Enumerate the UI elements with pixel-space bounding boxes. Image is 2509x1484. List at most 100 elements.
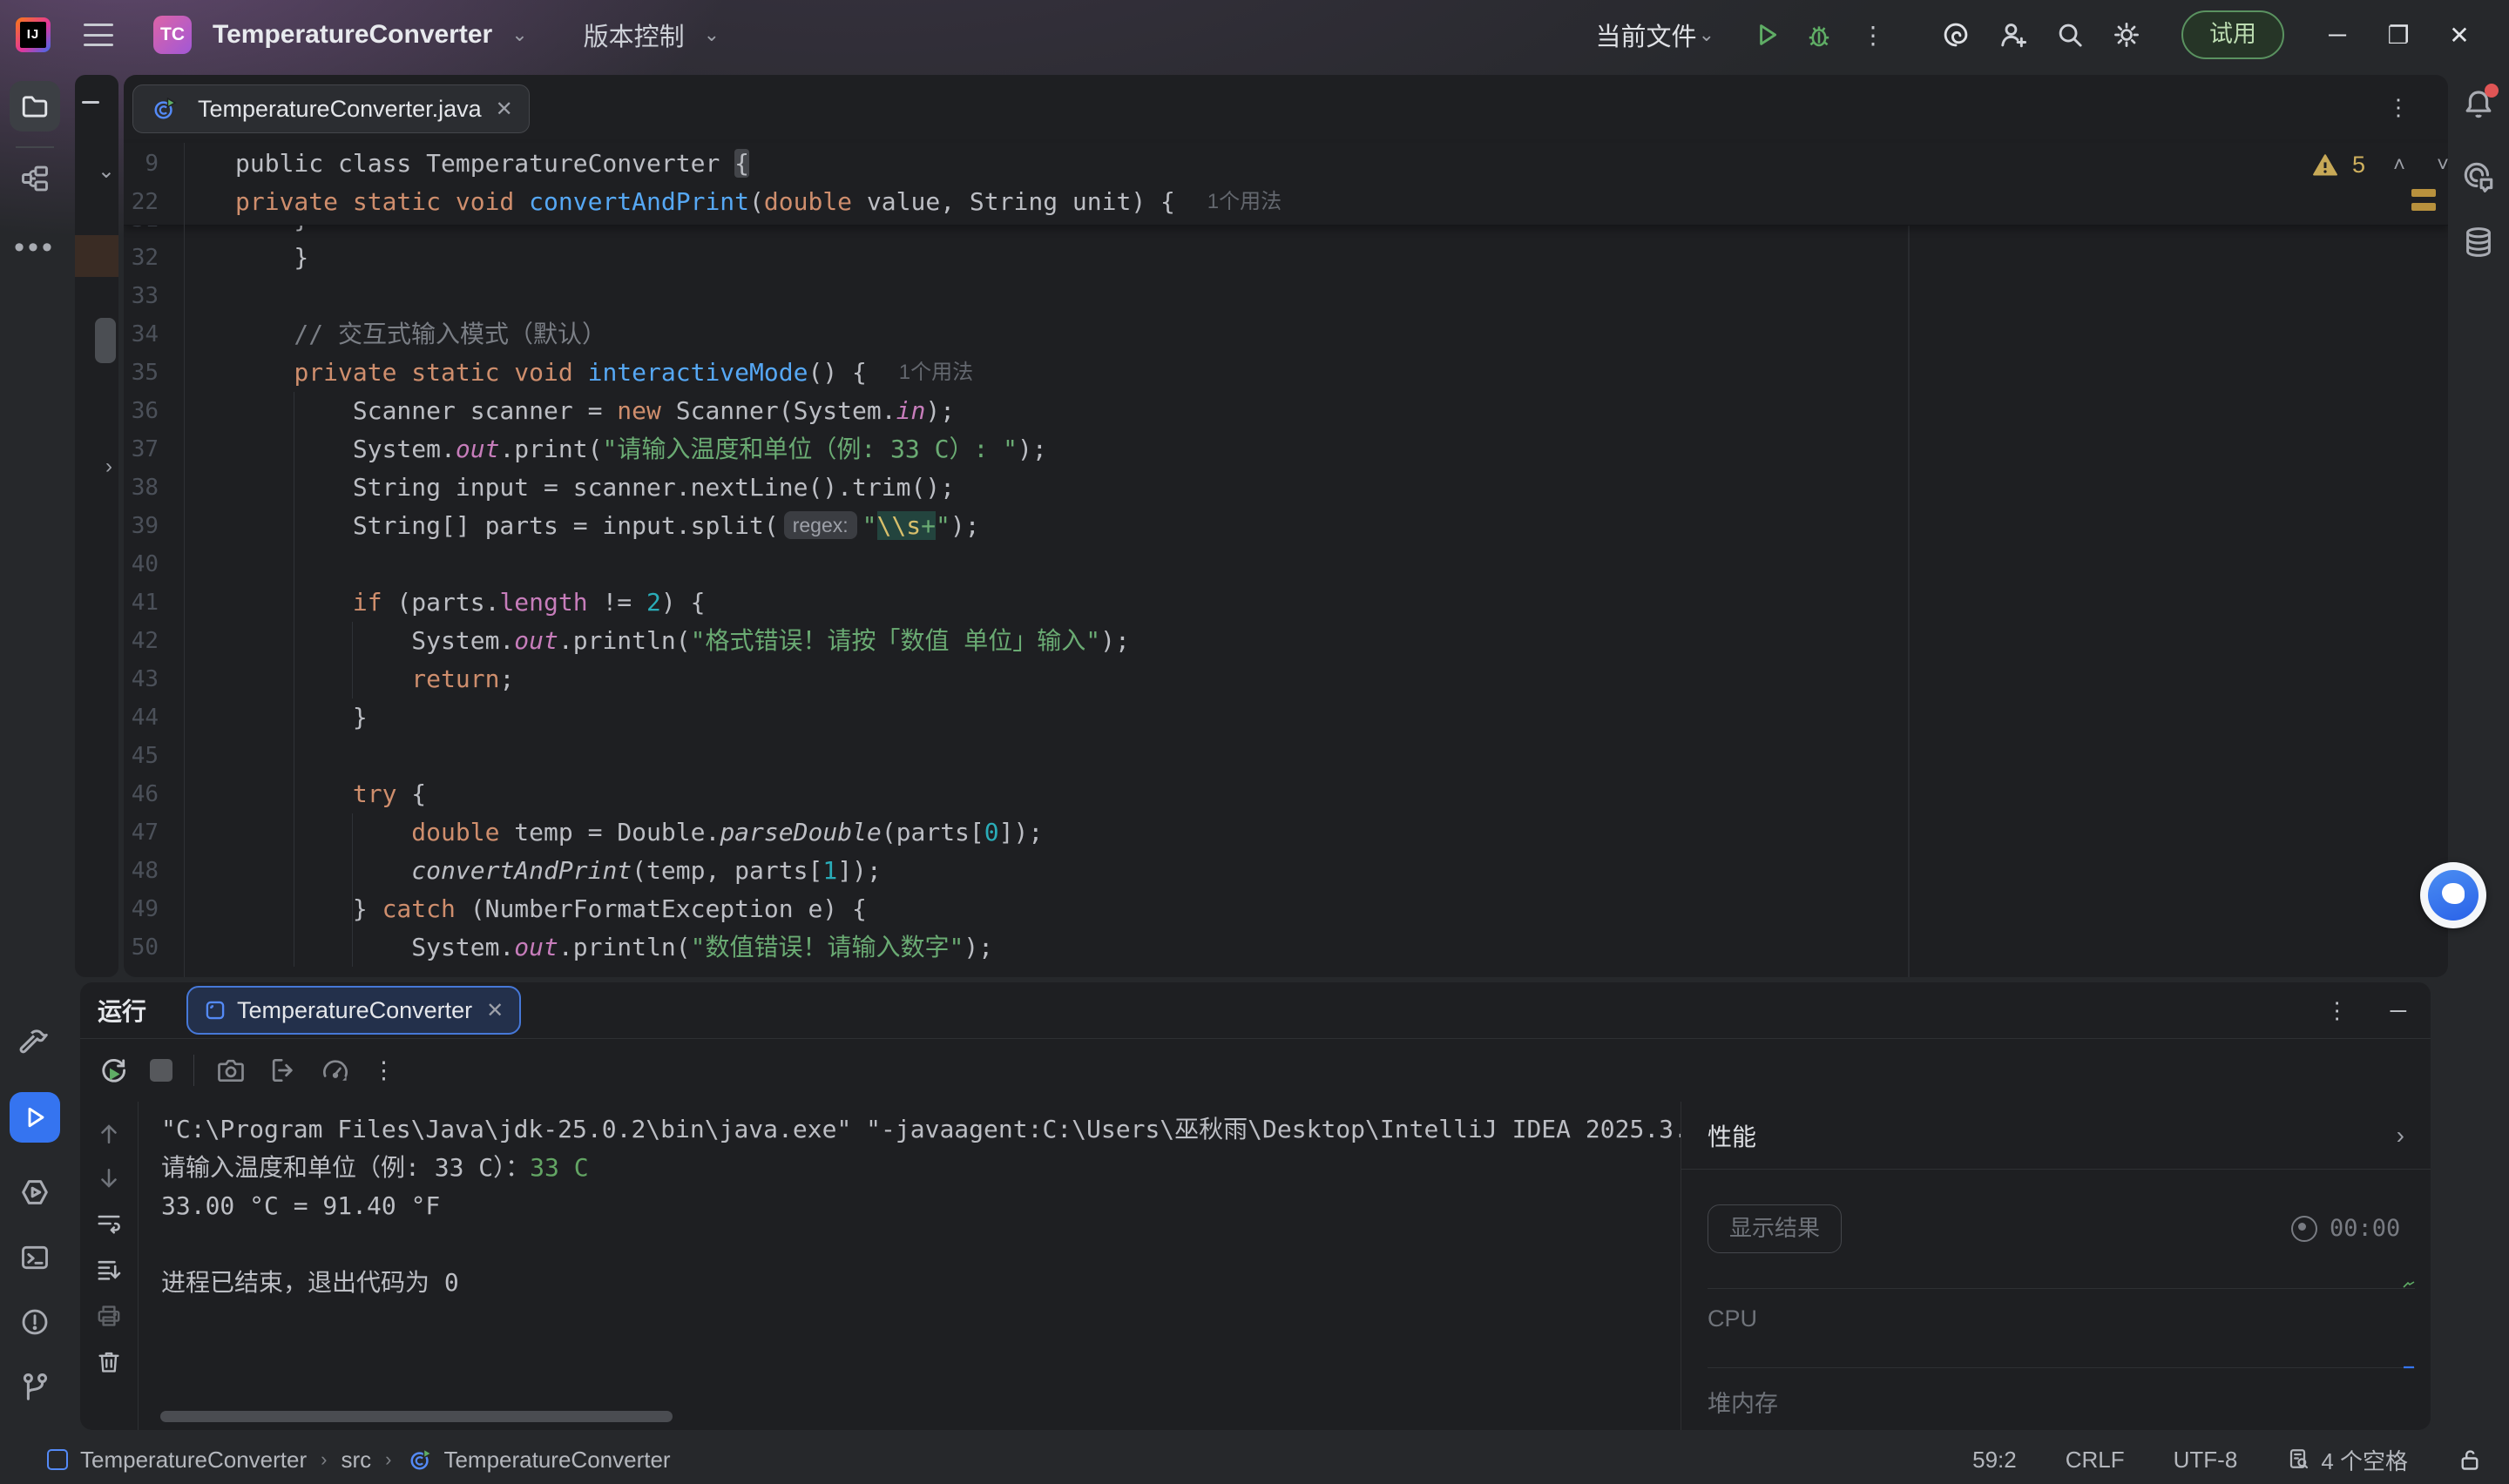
line-number[interactable]: 22 [124,183,159,221]
rerun-icon[interactable] [98,1055,129,1086]
line-content[interactable]: if (parts.length != 2) { [235,583,705,622]
line-number[interactable]: 43 [124,660,159,698]
line-number[interactable]: 34 [124,315,159,354]
line-content[interactable]: try { [235,775,426,813]
ai-chat-icon[interactable] [2460,159,2497,195]
debug-button[interactable] [1805,21,1833,49]
clear-console-trash-icon[interactable] [95,1348,123,1376]
editor-tab[interactable]: TemperatureConverter.java ✕ [132,84,530,133]
line-content[interactable]: } catch (NumberFormatException e) { [235,890,867,928]
chevron-right-icon[interactable]: › [2397,1122,2404,1150]
chevron-right-icon[interactable]: › [105,455,112,479]
panel-scrollbar-thumb[interactable] [95,318,116,363]
code-line[interactable]: 41 if (parts.length != 2) { [124,583,2448,622]
line-content[interactable]: String input = scanner.nextLine().trim()… [235,469,955,507]
console-horizontal-scrollbar[interactable] [160,1411,673,1422]
scroll-to-end-icon[interactable] [95,1256,123,1284]
run-button[interactable] [1753,21,1781,49]
error-stripe-mark[interactable] [2411,189,2436,197]
code-line[interactable]: 35 private static void interactiveMode()… [124,354,2448,392]
attach-debugger-icon[interactable] [267,1055,299,1086]
line-content[interactable]: private static void interactiveMode() { … [235,354,973,392]
line-separator[interactable]: CRLF [2066,1447,2125,1474]
line-number[interactable]: 33 [124,277,159,315]
panel-hide-icon[interactable] [82,101,99,104]
line-number[interactable]: 39 [124,507,159,545]
code-line[interactable]: 36 Scanner scanner = new Scanner(System.… [124,392,2448,430]
breadcrumb-project[interactable]: TemperatureConverter [80,1447,307,1474]
window-minimize-button[interactable]: ─ [2307,21,2368,49]
line-content[interactable]: double temp = Double.parseDouble(parts[0… [235,813,1043,852]
profiler-gauge-icon[interactable] [320,1055,351,1086]
project-avatar[interactable]: TC [153,16,192,54]
code-line[interactable]: 50 System.out.println("数值错误！请输入数字"); [124,928,2448,967]
hide-tool-window-icon[interactable]: ─ [2391,997,2406,1024]
line-number[interactable]: 49 [124,890,159,928]
code-line[interactable]: 47 double temp = Double.parseDouble(part… [124,813,2448,852]
close-icon[interactable]: ✕ [496,97,513,122]
console-line[interactable]: "C:\Program Files\Java\jdk-25.0.2\bin\ja… [161,1110,1681,1149]
line-content[interactable]: // 交互式输入模式（默认） [235,315,606,354]
code-line[interactable]: 22 private static void convertAndPrint(do… [124,183,2448,221]
console-line[interactable]: 33.00 °C = 91.40 °F [161,1187,1681,1225]
unlock-icon[interactable] [2457,1447,2483,1473]
up-arrow-icon[interactable] [96,1121,122,1147]
file-encoding[interactable]: UTF-8 [2174,1447,2238,1474]
line-content[interactable]: Scanner scanner = new Scanner(System.in)… [235,392,955,430]
snapshot-camera-icon[interactable] [215,1055,247,1086]
chevron-down-icon[interactable]: ⌄ [704,24,720,46]
indent-setting[interactable]: 4 个空格 [2286,1444,2408,1476]
line-number[interactable]: 44 [124,698,159,737]
line-number[interactable]: 9 [124,145,159,183]
caret-position[interactable]: 59:2 [1972,1447,2017,1474]
code-line[interactable]: 38 String input = scanner.nextLine().tri… [124,469,2448,507]
code-line[interactable]: 32 } [124,239,2448,277]
line-number[interactable]: 48 [124,852,159,890]
line-number[interactable]: 38 [124,469,159,507]
line-content[interactable]: convertAndPrint(temp, parts[1]); [235,852,882,890]
code-line[interactable]: 9public class TemperatureConverter { [124,145,2448,183]
line-number[interactable]: 46 [124,775,159,813]
print-icon[interactable] [95,1302,123,1330]
line-content[interactable]: private static void convertAndPrint(doub… [235,183,1282,221]
console-output[interactable]: "C:\Program Files\Java\jdk-25.0.2\bin\ja… [139,1102,1681,1430]
build-tool-button[interactable] [18,1026,51,1059]
project-name[interactable]: TemperatureConverter [213,20,492,50]
show-results-button[interactable]: 显示结果 [1708,1204,1842,1253]
more-tool-windows-button[interactable]: ••• [14,231,56,265]
vcs-menu[interactable]: 版本控制 [584,17,685,53]
code-line[interactable]: 49 } catch (NumberFormatException e) { [124,890,2448,928]
line-content[interactable]: } [235,698,368,737]
ai-assistant-icon[interactable] [1941,20,1971,50]
line-number[interactable]: 41 [124,583,159,622]
chevron-down-icon[interactable]: ⌄ [98,159,115,184]
run-configuration-tab[interactable]: TemperatureConverter ✕ [186,986,521,1035]
window-close-button[interactable]: ✕ [2429,21,2490,50]
line-number[interactable]: 50 [124,928,159,967]
settings-gear-icon[interactable] [2112,20,2141,50]
more-options-icon[interactable]: ⋮ [372,1057,396,1084]
trial-button[interactable]: 试用 [2181,10,2284,59]
code-line[interactable]: 33 [124,277,2448,315]
line-number[interactable]: 35 [124,354,159,392]
run-options-icon[interactable]: ⋮ [2326,997,2349,1024]
code-line[interactable]: 40 [124,545,2448,583]
code-line[interactable]: 48 convertAndPrint(temp, parts[1]); [124,852,2448,890]
structure-tool-button[interactable] [19,163,51,194]
run-configuration-selector[interactable]: 当前文件 [1596,17,1697,53]
line-number[interactable]: 37 [124,430,159,469]
line-number[interactable]: 32 [124,239,159,277]
code-line[interactable]: 46 try { [124,775,2448,813]
line-number[interactable]: 45 [124,737,159,775]
window-restore-button[interactable]: ❐ [2368,21,2429,50]
line-number[interactable]: 42 [124,622,159,660]
chevron-down-icon[interactable]: ⌄ [511,24,527,46]
notifications-bell-icon[interactable] [2461,87,2496,126]
collapsed-panel[interactable]: ⌄ › [75,75,118,977]
console-line[interactable]: 进程已结束，退出代码为 0 [161,1264,1681,1302]
services-tool-button[interactable] [18,1176,51,1209]
performance-header[interactable]: 性能 › [1681,1102,2431,1170]
close-icon[interactable]: ✕ [486,998,504,1023]
main-menu-button[interactable] [84,24,113,46]
floating-assistant-button[interactable] [2420,862,2486,928]
